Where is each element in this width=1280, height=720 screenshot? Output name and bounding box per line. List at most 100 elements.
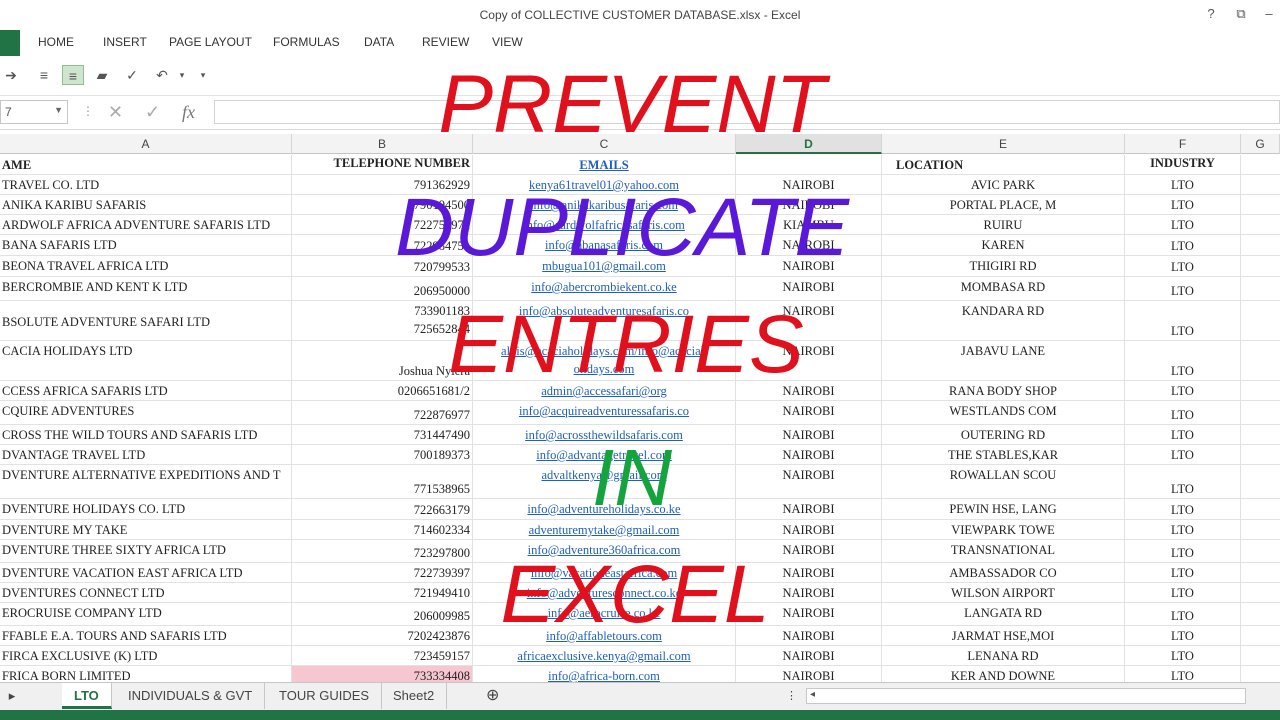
cell-name[interactable]: DVENTURE MY TAKE [0,520,292,539]
cell-name[interactable]: DVENTURE VACATION EAST AFRICA LTD [0,563,292,582]
tab-formulas[interactable]: FORMULAS [273,35,340,49]
cell-town[interactable]: NAIROBI [736,401,882,424]
cell-email[interactable]: mbugua101@gmail.com [473,256,736,276]
cell-town[interactable]: NAIROBI [736,499,882,519]
tab-review[interactable]: REVIEW [422,35,469,49]
cell-email[interactable]: info@anikakaribusafaris.com [473,195,736,214]
cell-name[interactable]: DVENTURE THREE SIXTY AFRICA LTD [0,540,292,562]
cell-name[interactable]: ARDWOLF AFRICA ADVENTURE SAFARIS LTD [0,215,292,234]
cell-name[interactable]: CACIA HOLIDAYS LTD [0,341,292,380]
cell-email[interactable]: info@abercrombiekent.co.ke [473,277,736,300]
sheet-tab-sheet2[interactable]: Sheet2 [381,683,448,709]
cell-phone[interactable]: 733901183 725652844 [292,301,473,340]
cell-industry[interactable]: LTO [1125,646,1241,665]
cell-town[interactable]: NAIROBI [736,646,882,665]
cell-town[interactable]: NAIROBI [736,626,882,645]
ribbon-display-options-icon[interactable]: ⧉ [1230,6,1252,22]
cell-name[interactable]: DVANTAGE TRAVEL LTD [0,445,292,464]
tab-insert[interactable]: INSERT [103,35,147,49]
cell-email[interactable]: info@abanasafaris.com [473,235,736,255]
cell-location[interactable]: VIEWPARK TOWE [882,520,1125,539]
cell-email[interactable]: info@aardwolfafricasafaris.com [473,215,736,234]
cell-town[interactable]: NAIROBI [736,195,882,214]
insert-function-icon[interactable]: fx [182,102,195,123]
cell-town[interactable]: NAIROBI [736,235,882,255]
tab-data[interactable]: DATA [364,35,394,49]
cell-name[interactable]: TRAVEL CO. LTD [0,175,292,194]
cell-location[interactable]: AVIC PARK [882,175,1125,194]
cell-phone[interactable]: 723459157 [292,646,473,665]
cell-location[interactable]: WESTLANDS COM [882,401,1125,424]
cell-town[interactable]: NAIROBI [736,520,882,539]
undo-icon[interactable]: ↶ [151,65,173,85]
cell-industry[interactable]: LTO [1125,626,1241,645]
cell-location[interactable]: PORTAL PLACE, M [882,195,1125,214]
sheet-tab-tour-guides[interactable]: TOUR GUIDES [267,683,383,709]
sheet-tab-lto[interactable]: LTO [62,683,112,709]
name-box[interactable]: 7 ▼ [0,100,68,124]
cell-phone[interactable]: 722984751 [292,235,473,255]
cell-name[interactable]: ANIKA KARIBU SAFARIS [0,195,292,214]
cell-town[interactable]: NAIROBI [736,540,882,562]
cell-name[interactable]: BEONA TRAVEL AFRICA LTD [0,256,292,276]
cell-email[interactable]: info@adventureholidays.co.ke [473,499,736,519]
cell-town[interactable]: NAIROBI [736,381,882,400]
cell-industry[interactable]: LTO [1125,445,1241,464]
cell-location[interactable]: RANA BODY SHOP [882,381,1125,400]
cell-email[interactable]: info@affabletours.com [473,626,736,645]
cell-phone[interactable]: 722751972 [292,215,473,234]
header-cell-phone[interactable]: TELEPHONE NUMBER [292,155,473,174]
cell-industry[interactable]: LTO [1125,235,1241,255]
cell-phone[interactable]: 720799533 [292,256,473,276]
cell-email[interactable]: info@vacationeastafrica.com [473,563,736,582]
cell-name[interactable]: FRICA BORN LIMITED [0,666,292,682]
scroll-left-icon[interactable]: ◂ [810,689,815,700]
cell-industry[interactable]: LTO [1125,465,1241,498]
cell-name[interactable]: BERCROMBIE AND KENT K LTD [0,277,292,300]
cell-town[interactable]: NAIROBI [736,175,882,194]
cell-email[interactable]: info@absoluteadventuresafaris.co [473,301,736,340]
cell-location[interactable]: WILSON AIRPORT [882,583,1125,602]
tab-page-layout[interactable]: PAGE LAYOUT [169,35,252,49]
cell-town[interactable]: NAIROBI [736,277,882,300]
tab-view[interactable]: VIEW [492,35,523,49]
cell-industry[interactable]: LTO [1125,381,1241,400]
header-cell-email[interactable]: EMAILS [473,155,736,174]
cell-location[interactable]: ROWALLAN SCOU [882,465,1125,498]
cell-location[interactable]: RUIRU [882,215,1125,234]
cell-town[interactable]: NAIROBI [736,465,882,498]
enter-icon[interactable]: ✓ [145,102,160,123]
cell-phone[interactable]: 721949410 [292,583,473,602]
cell-phone[interactable]: 722663179 [292,499,473,519]
cell-location[interactable]: KAREN [882,235,1125,255]
cell-industry[interactable]: LTO [1125,520,1241,539]
sheet-tab-individuals-gvt[interactable]: INDIVIDUALS & GVT [116,683,266,709]
tab-home[interactable]: HOME [38,35,74,49]
horizontal-scrollbar[interactable]: ◂ [806,688,1246,704]
add-sheet-icon[interactable]: ⊕ [474,683,511,709]
column-header-e[interactable]: E [882,134,1125,154]
cell-email[interactable]: admin@accessafari@org [473,381,736,400]
cell-email[interactable]: info@acquireadventuressafaris.co [473,401,736,424]
cell-email[interactable]: info@africa-born.com [473,666,736,682]
cell-name[interactable]: DVENTURE HOLIDAYS CO. LTD [0,499,292,519]
cell-location[interactable]: TRANSNATIONAL [882,540,1125,562]
cell-town[interactable]: NAIROBI [736,603,882,625]
column-header-a[interactable]: A [0,134,292,154]
cell-industry[interactable]: LTO [1125,583,1241,602]
column-header-f[interactable]: F [1125,134,1241,154]
cell-location[interactable]: AMBASSADOR CO [882,563,1125,582]
arrow-right-icon[interactable]: ➔ [0,65,22,85]
cell-email[interactable]: info@adventuresconnect.co.ke [473,583,736,602]
cell-town[interactable]: NAIROBI [736,301,882,340]
cell-name[interactable]: FIRCA EXCLUSIVE (K) LTD [0,646,292,665]
cell-name[interactable]: EROCRUISE COMPANY LTD [0,603,292,625]
cell-email[interactable]: info@aerocruise.co.ke [473,603,736,625]
cell-location[interactable]: PEWIN HSE, LANG [882,499,1125,519]
cell-phone[interactable]: 790194500 [292,195,473,214]
cell-town[interactable]: NAIROBI [736,666,882,682]
header-cell-industry[interactable]: INDUSTRY [1125,155,1241,174]
minimize-icon[interactable]: – [1258,6,1280,21]
cell-phone[interactable]: Joshua Nyiera [292,341,473,380]
cell-phone[interactable]: 722876977 [292,401,473,424]
